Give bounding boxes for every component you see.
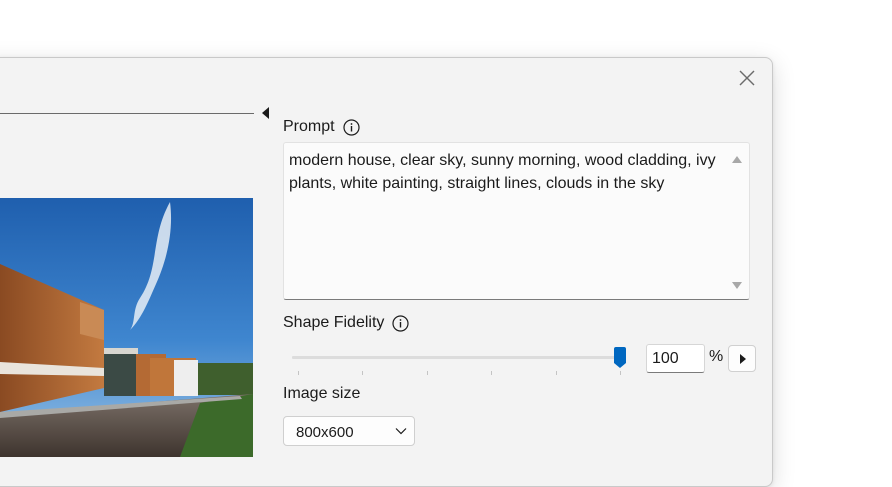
close-icon	[739, 70, 755, 86]
chevron-down-icon	[395, 428, 407, 435]
collapse-left-icon	[262, 107, 269, 119]
info-icon[interactable]	[342, 118, 360, 136]
slider-ticks	[298, 371, 621, 375]
pane-divider	[0, 113, 254, 114]
image-size-label: Image size	[283, 385, 361, 402]
image-size-select[interactable]: 800x600	[283, 416, 415, 446]
scroll-up-icon[interactable]	[731, 154, 743, 164]
image-size-label-row: Image size	[283, 385, 360, 403]
shape-fidelity-slider[interactable]	[292, 346, 628, 376]
collapse-pane-button[interactable]	[262, 106, 270, 119]
slider-thumb	[614, 347, 626, 368]
shape-fidelity-label-row: Shape Fidelity	[283, 314, 409, 332]
preview-house-image	[0, 198, 253, 457]
prompt-label: Prompt	[283, 118, 335, 135]
step-right-button[interactable]	[728, 345, 756, 372]
prompt-textarea[interactable]: modern house, clear sky, sunny morning, …	[283, 142, 750, 300]
prompt-text[interactable]: modern house, clear sky, sunny morning, …	[289, 149, 719, 195]
scroll-down-icon[interactable]	[731, 281, 743, 291]
image-size-value: 800x600	[296, 424, 354, 441]
percent-unit: %	[709, 348, 724, 365]
slider-fill	[292, 356, 620, 359]
shape-fidelity-label: Shape Fidelity	[283, 314, 385, 331]
shape-fidelity-input[interactable]: 100	[646, 344, 705, 373]
play-right-icon	[740, 354, 746, 364]
image-preview	[0, 198, 253, 457]
prompt-label-row: Prompt	[283, 118, 360, 136]
info-icon[interactable]	[392, 314, 409, 332]
close-button[interactable]	[737, 68, 757, 88]
